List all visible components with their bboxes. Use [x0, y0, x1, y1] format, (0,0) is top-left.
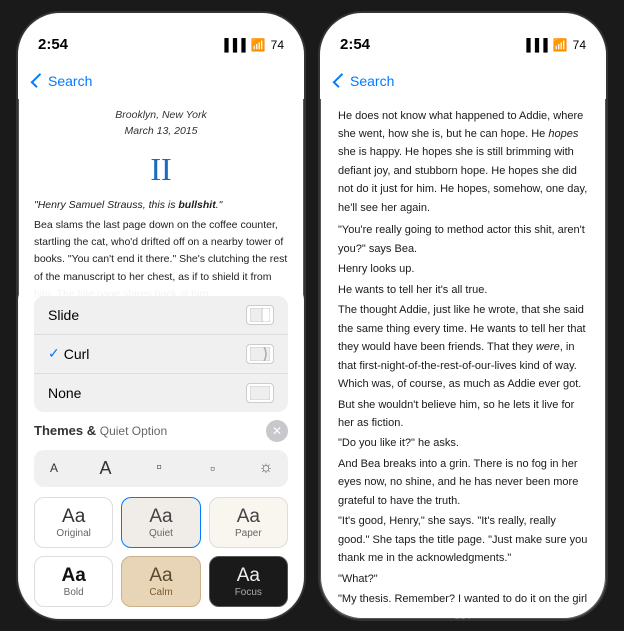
theme-original-label: Original: [56, 528, 90, 539]
themes-grid: Aa Original Aa Quiet Aa Paper Aa Bold Aa: [34, 497, 288, 607]
theme-paper-label: Paper: [235, 528, 262, 539]
left-phone: 2:54 ▐▐▐ 📶 74 Search Brooklyn, New York …: [16, 11, 306, 621]
status-icons-right: ▐▐▐ 📶 74: [522, 38, 586, 52]
slide-option-slide[interactable]: Slide: [34, 296, 288, 335]
back-label-right: Search: [350, 73, 394, 89]
font-large-btn[interactable]: A: [92, 454, 120, 483]
brightness-icon[interactable]: ☼: [252, 454, 280, 482]
signal-icon: ▐▐▐: [220, 38, 246, 52]
book-para-10: "What?": [338, 570, 588, 588]
theme-bold-label: Bold: [64, 587, 84, 598]
close-button[interactable]: ✕: [266, 420, 288, 442]
slide-label: Slide: [48, 307, 79, 323]
theme-quiet-label: Quiet: [149, 528, 173, 539]
theme-original[interactable]: Aa Original: [34, 497, 113, 548]
theme-calm-label: Calm: [149, 587, 172, 598]
book-para-6: But she wouldn't believe him, so he lets…: [338, 396, 588, 433]
overlay-panel: Slide ✓ Curl None: [18, 284, 304, 619]
back-button-right[interactable]: Search: [336, 73, 394, 89]
book-para-7: "Do you like it?" he asks.: [338, 434, 588, 452]
theme-calm-text: Aa: [149, 565, 172, 587]
curl-label: Curl: [64, 346, 246, 362]
book-para-9: "It's good, Henry," she says. "It's real…: [338, 512, 588, 567]
theme-calm[interactable]: Aa Calm: [121, 556, 200, 607]
book-para-8: And Bea breaks into a grin. There is no …: [338, 455, 588, 510]
theme-bold-text: Aa: [62, 565, 86, 587]
theme-paper-text: Aa: [237, 506, 260, 528]
back-label-left: Search: [48, 73, 92, 89]
wifi-icon-right: 📶: [553, 38, 568, 52]
none-icon: [246, 383, 274, 403]
battery-right: 74: [573, 38, 586, 52]
chevron-left-icon-right: [333, 73, 348, 88]
book-para-11: "My thesis. Remember? I wanted to do it …: [338, 590, 588, 612]
theme-focus[interactable]: Aa Focus: [209, 556, 288, 607]
slide-icon: [246, 305, 274, 325]
font-controls: A A ▫ ▫ ☼: [34, 450, 288, 487]
status-icons-left: ▐▐▐ 📶 74: [220, 38, 284, 52]
right-phone: 2:54 ▐▐▐ 📶 74 Search He does not know wh…: [318, 11, 608, 621]
curl-check: ✓: [48, 345, 60, 362]
slide-option-none[interactable]: None: [34, 374, 288, 412]
phones-container: 2:54 ▐▐▐ 📶 74 Search Brooklyn, New York …: [16, 11, 608, 621]
book-content-right: He does not know what happened to Addie,…: [320, 99, 606, 613]
book-chapter: II: [34, 144, 288, 195]
book-para-1: He does not know what happened to Addie,…: [338, 107, 588, 218]
theme-focus-label: Focus: [235, 587, 262, 598]
curl-icon: [246, 344, 274, 364]
none-label: None: [48, 385, 81, 401]
book-para-4: He wants to tell her it's all true.: [338, 281, 588, 299]
book-location: Brooklyn, New York March 13, 2015: [34, 107, 288, 141]
slide-option-curl[interactable]: ✓ Curl: [34, 335, 288, 374]
theme-bold[interactable]: Aa Bold: [34, 556, 113, 607]
book-para-5: The thought Addie, just like he wrote, t…: [338, 301, 588, 393]
status-bar-right: 2:54 ▐▐▐ 📶 74: [320, 13, 606, 63]
theme-quiet-text: Aa: [149, 506, 172, 528]
wifi-icon: 📶: [251, 38, 266, 52]
signal-icon-right: ▐▐▐: [522, 38, 548, 52]
font-type-icon[interactable]: ▫: [145, 454, 173, 482]
theme-focus-text: Aa: [237, 565, 260, 587]
page-number: 524: [320, 613, 606, 621]
battery-left: 74: [271, 38, 284, 52]
themes-header: Themes & Quiet Option ✕: [34, 420, 288, 442]
slide-options: Slide ✓ Curl None: [34, 296, 288, 412]
book-para-3: Henry looks up.: [338, 260, 588, 278]
nav-bar-right: Search: [320, 63, 606, 99]
chevron-left-icon: [31, 73, 46, 88]
book-para-2: "You're really going to method actor thi…: [338, 221, 588, 258]
themes-title: Themes &: [34, 423, 100, 438]
themes-title-area: Themes & Quiet Option: [34, 422, 167, 440]
theme-quiet[interactable]: Aa Quiet: [121, 497, 200, 548]
time-left: 2:54: [38, 36, 68, 53]
quiet-option-label: Quiet Option: [100, 424, 167, 438]
font-style-icon[interactable]: ▫: [198, 454, 226, 482]
nav-bar-left: Search: [18, 63, 304, 99]
back-button-left[interactable]: Search: [34, 73, 92, 89]
time-right: 2:54: [340, 36, 370, 53]
font-small-btn[interactable]: A: [42, 457, 66, 479]
theme-paper[interactable]: Aa Paper: [209, 497, 288, 548]
status-bar-left: 2:54 ▐▐▐ 📶 74: [18, 13, 304, 63]
theme-original-text: Aa: [62, 506, 85, 528]
